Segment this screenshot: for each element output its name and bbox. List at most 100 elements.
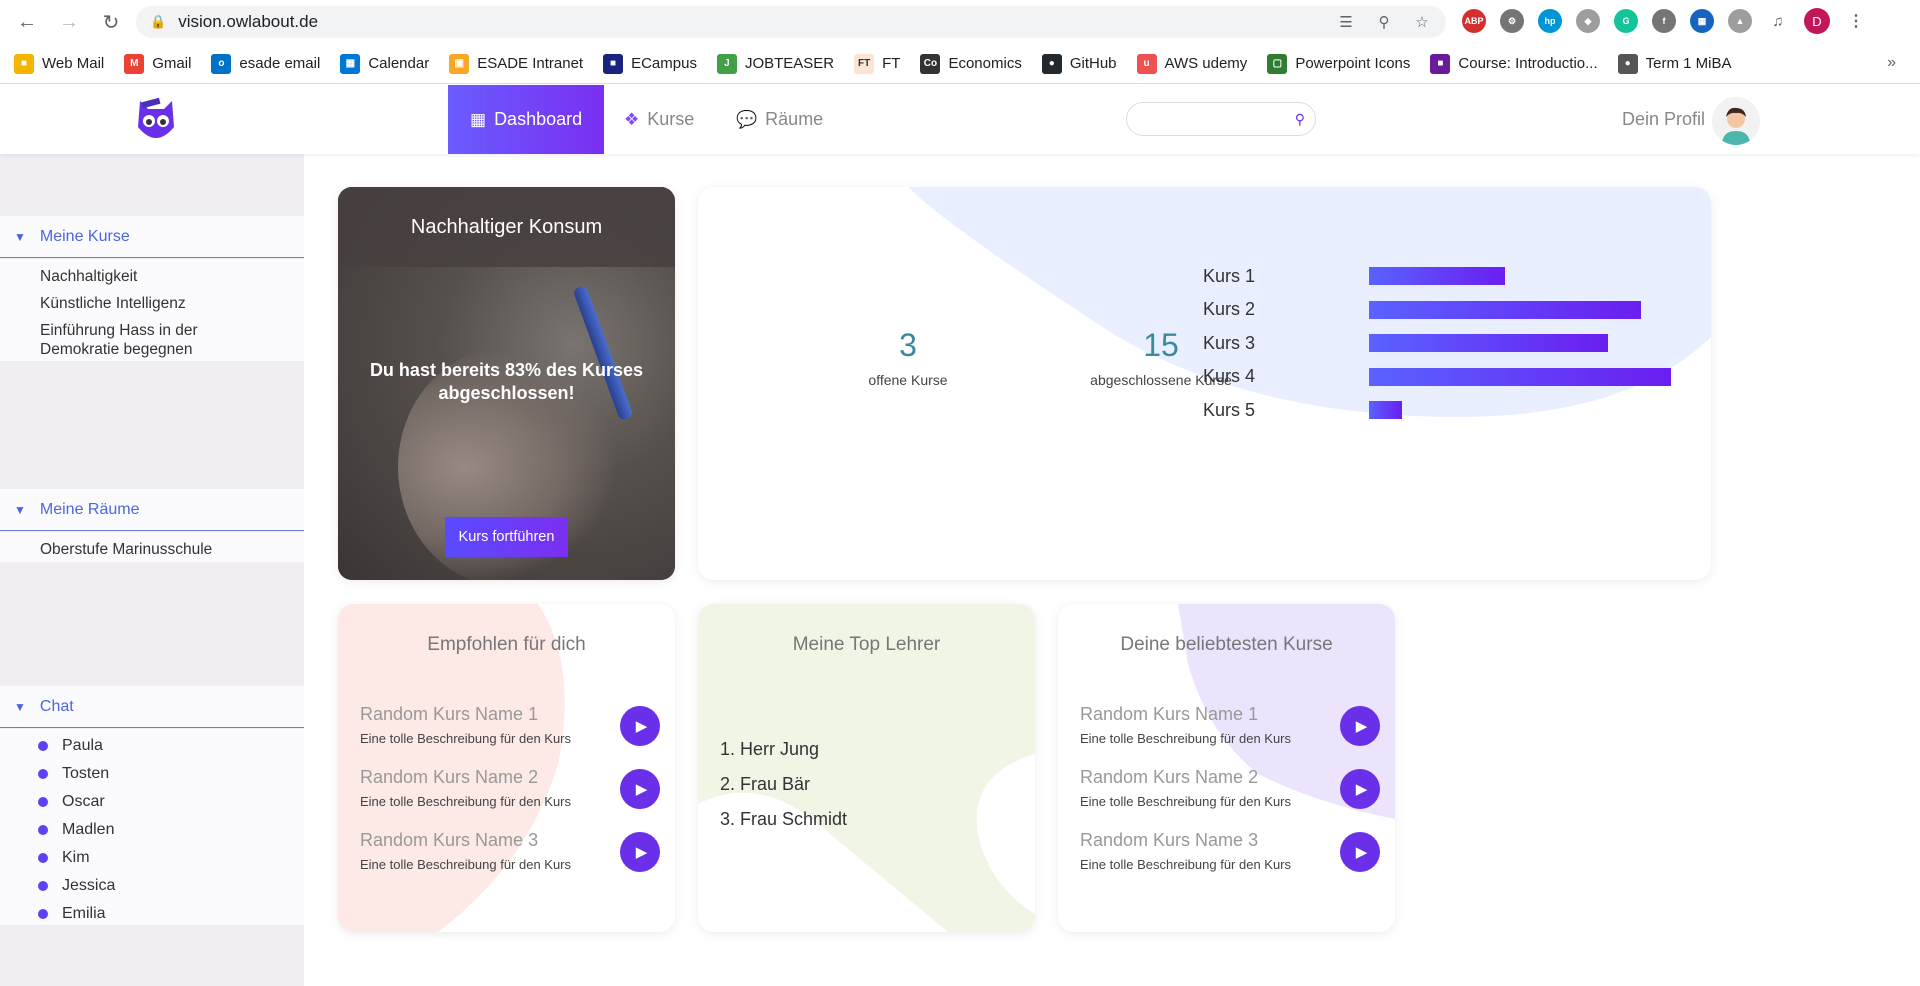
chat-bubbles-icon: 💬 (736, 109, 758, 129)
bookmark-item[interactable]: ▢ Powerpoint Icons (1267, 53, 1410, 74)
bookmark-label: ESADE Intranet (477, 55, 584, 72)
recommended-item[interactable]: Random Kurs Name 3 Eine tolle Beschreibu… (360, 830, 660, 882)
play-icon[interactable]: ▶ (1340, 769, 1380, 809)
back-icon[interactable]: ← (12, 7, 42, 37)
bookmark-item[interactable]: ● Term 1 MiBA (1617, 53, 1731, 74)
recommended-item[interactable]: Random Kurs Name 1 Eine tolle Beschreibu… (360, 704, 660, 756)
forward-icon[interactable]: → (54, 7, 84, 37)
sidebar-item-course[interactable]: Nachhaltigkeit (0, 263, 304, 290)
sidebar-item-course[interactable]: Künstliche Intelligenz (0, 290, 304, 317)
search-icon[interactable]: ⚲ (1295, 111, 1305, 128)
search-input[interactable] (1139, 103, 1289, 133)
bookmark-item[interactable]: J JOBTEASER (716, 53, 834, 74)
chart-bar-label: Kurs 1 (1203, 265, 1256, 286)
bookmark-item[interactable]: ■ ECampus (603, 53, 697, 74)
continue-course-button[interactable]: Kurs fortführen (445, 517, 568, 557)
bookmark-item[interactable]: FT FT (854, 53, 900, 74)
bookmark-item[interactable]: ▦ Calendar (340, 53, 429, 74)
bookmark-favicon-icon: M (124, 53, 145, 74)
address-bar[interactable]: 🔒 vision.owlabout.de ☰ ⚲ ☆ (136, 6, 1446, 38)
popular-item[interactable]: Random Kurs Name 2 Eine tolle Beschreibu… (1080, 767, 1380, 819)
browser-menu-icon[interactable]: ⋮ (1844, 9, 1868, 33)
popular-title: Deine beliebtesten Kurse (1120, 634, 1333, 655)
bookmark-label: AWS udemy (1164, 55, 1248, 72)
profile-link[interactable]: Dein Profil (1622, 109, 1705, 130)
teacher-item[interactable]: 3. Frau Schmidt (720, 809, 847, 830)
calendar-extension-icon[interactable]: ▦ (1690, 9, 1714, 33)
course-description: Eine tolle Beschreibung für den Kurs (1080, 857, 1292, 872)
zoom-icon[interactable]: ⚲ (1372, 10, 1396, 34)
play-icon[interactable]: ▶ (620, 769, 660, 809)
media-control-icon[interactable]: ♫ (1766, 9, 1790, 33)
sidebar-item-room[interactable]: Oberstufe Marinusschule (0, 536, 304, 563)
translate-icon[interactable]: ☰ (1334, 10, 1358, 34)
reload-icon[interactable]: ↻ (96, 7, 126, 37)
sidebar-section-rooms[interactable]: ▼ Meine Räume (0, 489, 304, 531)
open-courses-count: 3 (899, 327, 917, 363)
chat-contact[interactable]: Jessica (0, 872, 304, 900)
privacy-shield-icon[interactable]: ▲ (1728, 9, 1752, 33)
tab-raeume[interactable]: 💬 Räume (736, 85, 823, 154)
teachers-title: Meine Top Lehrer (792, 634, 941, 655)
play-icon[interactable]: ▶ (1340, 832, 1380, 872)
bookmark-item[interactable]: M Gmail (124, 53, 191, 74)
facebook-icon[interactable]: f (1652, 9, 1676, 33)
extension-icon[interactable]: ⚙ (1500, 9, 1524, 33)
recommended-title: Empfohlen für dich (427, 634, 586, 655)
recommended-card: Empfohlen für dich Random Kurs Name 1 Ei… (338, 604, 675, 932)
adblock-icon[interactable]: ABP (1462, 9, 1486, 33)
bookmark-item[interactable]: ▣ ESADE Intranet (449, 53, 584, 74)
bookmark-label: GitHub (1069, 55, 1117, 72)
teacher-item[interactable]: 2. Frau Bär (720, 774, 810, 795)
bookmark-item[interactable]: ● GitHub (1041, 53, 1117, 74)
bookmark-favicon-icon: FT (854, 53, 875, 74)
recommended-item[interactable]: Random Kurs Name 2 Eine tolle Beschreibu… (360, 767, 660, 819)
shield-extension-icon[interactable]: ◆ (1576, 9, 1600, 33)
bookmark-item[interactable]: u AWS udemy (1136, 53, 1248, 74)
bookmark-item[interactable]: o esade email (211, 53, 320, 74)
sidebar: ▼ Meine Kurse Nachhaltigkeit Künstliche … (0, 154, 304, 986)
chart-bar-track (1369, 300, 1689, 319)
url-text[interactable]: vision.owlabout.de (178, 12, 318, 32)
more-bookmarks-icon[interactable]: » (1887, 54, 1896, 72)
play-icon[interactable]: ▶ (620, 706, 660, 746)
sidebar-section-courses[interactable]: ▼ Meine Kurse (0, 216, 304, 258)
bookmark-item[interactable]: ■ Course: Introductio... (1430, 53, 1598, 74)
browser-profile-avatar[interactable]: D (1804, 8, 1830, 34)
star-icon[interactable]: ☆ (1410, 10, 1434, 34)
teacher-item[interactable]: 1. Herr Jung (720, 739, 819, 760)
hp-icon[interactable]: hp (1538, 9, 1562, 33)
tab-kurse[interactable]: ❖ Kurse (624, 85, 694, 154)
chat-contact[interactable]: Tosten (0, 760, 304, 788)
sidebar-item-course[interactable]: Einführung Hass in der Demokratie begegn… (0, 317, 260, 363)
play-icon[interactable]: ▶ (620, 832, 660, 872)
chart-bar (1369, 401, 1402, 419)
search-box[interactable]: ⚲ (1126, 102, 1316, 136)
bookmark-item[interactable]: ■ Web Mail (14, 53, 104, 74)
chat-contact[interactable]: Kim (0, 844, 304, 872)
grammarly-icon[interactable]: G (1614, 9, 1638, 33)
chat-contact[interactable]: Oscar (0, 788, 304, 816)
sidebar-section-chat[interactable]: ▼ Chat (0, 686, 304, 728)
bookmark-favicon-icon: J (716, 53, 737, 74)
popular-item[interactable]: Random Kurs Name 1 Eine tolle Beschreibu… (1080, 704, 1380, 756)
caret-down-icon: ▼ (14, 229, 26, 244)
bookmark-favicon-icon: ▦ (340, 53, 361, 74)
play-icon[interactable]: ▶ (1340, 706, 1380, 746)
lock-icon[interactable]: 🔒 (150, 14, 166, 30)
chat-contact[interactable]: Emilia (0, 900, 304, 928)
chat-contact[interactable]: Paula (0, 732, 304, 760)
chat-contact[interactable]: Madlen (0, 816, 304, 844)
course-description: Eine tolle Beschreibung für den Kurs (360, 857, 572, 872)
bookmark-item[interactable]: Co Economics (920, 53, 1022, 74)
tab-raeume-label: Räume (765, 109, 824, 129)
tab-dashboard[interactable]: ▦ Dashboard (448, 85, 605, 154)
avatar[interactable] (1712, 97, 1760, 145)
tab-dashboard-label: Dashboard (494, 109, 583, 129)
bookmark-label: Economics (948, 55, 1022, 72)
sidebar-chat-list: Paula Tosten Oscar Madlen Kim Jessica Em… (0, 729, 304, 925)
chart-bar-label: Kurs 5 (1203, 399, 1256, 420)
popular-item[interactable]: Random Kurs Name 3 Eine tolle Beschreibu… (1080, 830, 1380, 882)
chart-bar-track (1369, 334, 1689, 352)
owl-logo-icon[interactable] (134, 97, 178, 143)
